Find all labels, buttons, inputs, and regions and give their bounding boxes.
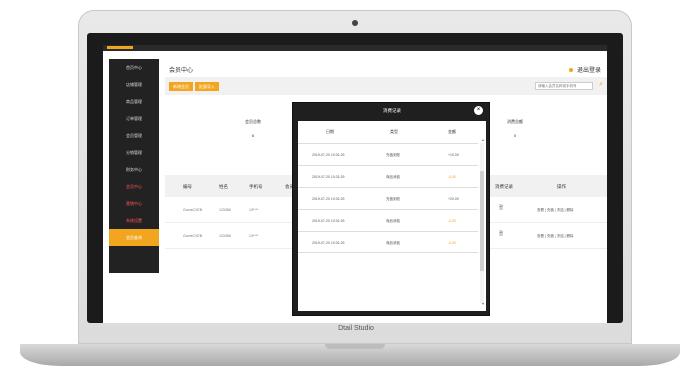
column-header: 编号 — [183, 184, 192, 189]
cell-phone: 13**** — [249, 234, 259, 238]
import-button[interactable]: 批量导入 — [195, 82, 219, 91]
stat-label: 会员总数 — [245, 119, 261, 124]
modal-cell-type: 商品消费 — [386, 219, 400, 223]
modal-cell-type: 商品消费 — [386, 175, 400, 179]
modal-column-header: 金额 — [448, 129, 456, 134]
column-header: 操作 — [557, 184, 566, 189]
modal-row: 2019-07-20 10:31:29 商品消费 -5.00 — [298, 231, 478, 253]
row-actions[interactable]: 查看 | 充值 | 冻结 | 删除 — [537, 208, 574, 213]
sidebar-item-home[interactable]: 首页中心 — [109, 59, 159, 76]
modal-cell-amount: -5.00 — [448, 175, 456, 179]
stat-spend: 消费总额 0 — [495, 119, 535, 138]
stat-total: 会员总数 6 — [233, 119, 273, 138]
cell-id: GomeCVEB — [183, 208, 203, 212]
app-logo — [107, 46, 133, 49]
logout-label: 退出登录 — [576, 68, 601, 74]
cell-name: 123456 — [219, 234, 231, 238]
stat-value: 6 — [251, 133, 255, 138]
cell-phone: 13**** — [249, 208, 259, 212]
modal-cell-date: 2019-07-20 10:31:29 — [312, 241, 345, 245]
cell-name: 123456 — [219, 208, 231, 212]
modal-cell-amount: -5.00 — [448, 241, 456, 245]
search-icon[interactable]: ⌕ — [599, 81, 603, 89]
modal-cell-date: 2019-07-20 10:31:29 — [312, 197, 345, 201]
logout-link[interactable]: 退出登录 — [569, 65, 601, 74]
modal-cell-type: 充值到账 — [386, 153, 400, 157]
modal-cell-type: 充值到账 — [386, 197, 400, 201]
modal-scrollbar[interactable] — [480, 143, 484, 303]
sidebar-item-orders[interactable]: 订单管理 — [109, 110, 159, 127]
record-icon[interactable]: 🗎 — [499, 205, 503, 213]
scroll-down-icon[interactable]: ▾ — [482, 301, 484, 306]
stat-label: 消费总额 — [507, 119, 523, 124]
modal-row: 2019-07-20 10:31:29 商品消费 -5.00 — [298, 165, 478, 187]
sidebar-item-members[interactable]: 会员管理 — [109, 127, 159, 144]
page-title: 会员中心 — [169, 68, 194, 74]
cell-id: GomeCVEB — [183, 234, 203, 238]
add-member-button[interactable]: 新增会员 — [169, 82, 193, 91]
logout-icon — [569, 68, 574, 72]
modal-cell-date: 2019-07-20 10:31:29 — [312, 175, 345, 179]
column-header: 手机号 — [249, 184, 263, 189]
modal-title: 消费记录 — [383, 108, 401, 113]
scroll-thumb[interactable] — [480, 171, 484, 271]
column-header: 姓名 — [219, 184, 228, 189]
modal-cell-type: 商品消费 — [386, 241, 400, 245]
modal-body: 日期 类型 金额 2019-07-20 10:31:29 充值到账 +10.00… — [298, 121, 486, 311]
sidebar-item-store[interactable]: 店铺管理 — [109, 76, 159, 93]
laptop-base — [20, 344, 680, 366]
close-icon[interactable]: × — [474, 106, 483, 115]
sidebar-item-settings[interactable]: 系统设置 — [109, 212, 159, 229]
toolbar: 新增会员 批量导入 ⌕ — [165, 77, 607, 95]
search-input[interactable] — [535, 82, 593, 90]
modal-cell-date: 2019-07-20 10:31:29 — [312, 219, 345, 223]
camera-dot — [352, 20, 358, 26]
modal-column-header: 日期 — [326, 129, 334, 134]
sidebar: 首页中心 店铺管理 商品管理 订单管理 会员管理 分销管理 财务中心 会员中心 … — [109, 59, 159, 273]
modal-cell-date: 2019-07-20 10:31:29 — [312, 153, 345, 157]
row-actions[interactable]: 查看 | 充值 | 冻结 | 删除 — [537, 234, 574, 239]
modal-row: 2019-07-20 10:31:29 充值到账 +10.00 — [298, 143, 478, 165]
stat-value: 0 — [513, 133, 517, 138]
sidebar-item-goods[interactable]: 商品管理 — [109, 93, 159, 110]
brand-label: Dtail Studio — [338, 325, 374, 332]
modal-cell-amount: -5.00 — [448, 219, 456, 223]
modal-cell-amount: +20.00 — [448, 197, 459, 201]
modal-row: 2019-07-20 10:31:29 充值到账 +20.00 — [298, 187, 478, 209]
sidebar-item-member-query[interactable]: 会员查询 — [109, 229, 159, 246]
sidebar-item-member-center[interactable]: 会员中心 — [109, 178, 159, 195]
modal-row: 2019-07-20 10:31:29 商品消费 -5.00 — [298, 209, 478, 231]
record-icon[interactable]: 🗎 — [499, 231, 503, 239]
modal-column-header: 类型 — [390, 129, 398, 134]
column-header: 消费记录 — [495, 184, 513, 189]
scroll-up-icon[interactable]: ▴ — [482, 137, 484, 142]
sidebar-item-finance[interactable]: 财务中心 — [109, 161, 159, 178]
sidebar-item-marketing[interactable]: 营销中心 — [109, 195, 159, 212]
sidebar-item-distribution[interactable]: 分销管理 — [109, 144, 159, 161]
consumption-record-modal: 消费记录 × 日期 类型 金额 2019-07-20 10:31:29 充值到账… — [292, 102, 490, 316]
base-notch — [325, 344, 385, 349]
modal-cell-amount: +10.00 — [448, 153, 459, 157]
